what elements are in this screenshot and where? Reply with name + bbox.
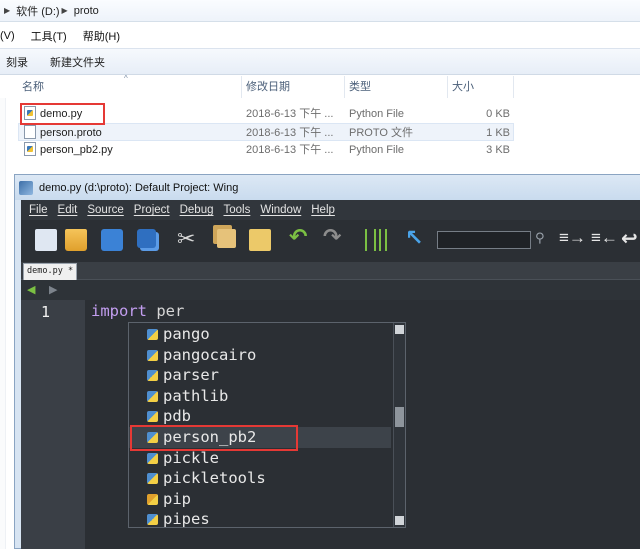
wing-app-icon [19, 180, 33, 195]
burn-button[interactable]: 刻录 [6, 54, 28, 70]
menu-file[interactable]: File [29, 204, 48, 216]
column-name[interactable]: 名称 [18, 76, 242, 98]
completion-item[interactable]: pickletools [129, 468, 391, 489]
menu-source[interactable]: Source [87, 204, 123, 216]
paste-icon[interactable] [249, 229, 271, 251]
menu-tools[interactable]: Tools [223, 204, 250, 216]
indent-guides-icon[interactable] [365, 229, 387, 251]
file-name: person.proto [40, 127, 102, 139]
scroll-up-icon[interactable] [395, 325, 404, 334]
completion-item[interactable]: pip [129, 489, 391, 510]
completion-item[interactable]: pathlib [129, 386, 391, 407]
completion-item[interactable]: pdb [129, 406, 391, 427]
file-row-person-proto[interactable]: person.proto 2018-6-13 下午 ... PROTO 文件 1… [18, 123, 514, 141]
breadcrumb-chevron-icon[interactable]: ▶ [4, 6, 10, 15]
highlight-box-demo-py [20, 103, 105, 125]
column-size[interactable]: 大小 [448, 76, 514, 98]
editor-tab-strip: demo.py * [21, 262, 640, 280]
scroll-down-icon[interactable] [395, 516, 404, 525]
save-all-icon[interactable] [137, 229, 156, 248]
goto-definition-icon[interactable] [403, 225, 425, 251]
highlight-box-person-pb2 [130, 425, 298, 451]
file-size: 3 KB [486, 144, 510, 156]
search-icon[interactable]: ⚲ [535, 230, 545, 246]
file-date: 2018-6-13 下午 ... [246, 108, 334, 120]
window-title: demo.py (d:\proto): Default Project: Win… [39, 181, 239, 194]
menu-tools[interactable]: 工具(T) [31, 28, 67, 44]
wing-title-bar[interactable]: demo.py (d:\proto): Default Project: Win… [15, 175, 640, 200]
completion-item[interactable]: pipes [129, 509, 391, 527]
python-module-icon [147, 390, 158, 402]
line-number: 1 [41, 303, 51, 321]
menu-debug[interactable]: Debug [180, 204, 214, 216]
python-module-icon [147, 411, 158, 423]
menu-project[interactable]: Project [134, 204, 170, 216]
address-bar[interactable]: ▶ 软件 (D:) ▶ proto [0, 0, 640, 22]
explorer-menu-bar: (V) 工具(T) 帮助(H) [0, 27, 640, 44]
file-date: 2018-6-13 下午 ... [246, 144, 334, 156]
python-module-icon [147, 329, 158, 340]
menu-help[interactable]: Help [311, 204, 335, 216]
code-keyword: import [91, 302, 147, 320]
file-list-header: ^ 名称 修改日期 类型 大小 [0, 74, 640, 98]
generic-file-icon [24, 125, 36, 139]
undo-icon[interactable] [289, 224, 311, 251]
python-module-icon [147, 349, 158, 361]
menu-window[interactable]: Window [260, 204, 301, 216]
file-type: PROTO 文件 [349, 127, 413, 139]
file-row-person-pb2-py[interactable]: person_pb2.py 2018-6-13 下午 ... Python Fi… [18, 141, 514, 159]
nav-forward-icon[interactable]: ▶ [49, 283, 57, 296]
package-icon [147, 493, 158, 505]
file-name: person_pb2.py [40, 144, 113, 156]
explorer-command-bar: 刻录 新建文件夹 [0, 48, 640, 75]
python-file-icon [24, 142, 36, 156]
file-size: 0 KB [486, 108, 510, 120]
navigation-pane-edge [0, 98, 6, 549]
cut-icon[interactable] [177, 226, 199, 252]
breadcrumb-folder[interactable]: proto [74, 5, 99, 17]
autocomplete-scrollbar[interactable] [393, 323, 405, 527]
tab-demo-py[interactable]: demo.py * [23, 263, 77, 280]
open-folder-icon[interactable] [65, 229, 87, 251]
scroll-thumb[interactable] [395, 407, 404, 427]
file-date: 2018-6-13 下午 ... [246, 127, 334, 139]
column-date[interactable]: 修改日期 [242, 76, 345, 98]
python-module-icon [147, 473, 158, 485]
menu-help[interactable]: 帮助(H) [83, 28, 120, 44]
python-module-icon [147, 452, 158, 464]
nav-back-icon[interactable]: ◀ [27, 283, 35, 296]
copy-icon[interactable] [217, 229, 236, 248]
column-type[interactable]: 类型 [345, 76, 448, 98]
menu-edit[interactable]: Edit [58, 204, 78, 216]
new-file-icon[interactable] [35, 229, 57, 251]
menu-view[interactable]: (V) [0, 30, 15, 42]
file-type: Python File [349, 108, 405, 120]
toolbar-search-input[interactable] [437, 231, 531, 249]
indent-icon[interactable] [559, 228, 586, 251]
outdent-icon[interactable] [591, 228, 618, 251]
editor-nav-bar: ◀ ▶ [21, 280, 640, 300]
breadcrumb-drive[interactable]: 软件 (D:) [16, 3, 59, 19]
python-module-icon [147, 370, 158, 382]
completion-item[interactable]: pangocairo [129, 345, 391, 366]
code-line[interactable]: import per [91, 302, 184, 320]
completion-item[interactable]: parser [129, 365, 391, 386]
breadcrumb-chevron-icon[interactable]: ▶ [62, 6, 68, 15]
save-icon[interactable] [101, 229, 123, 251]
python-module-icon [147, 514, 158, 526]
completion-item[interactable]: pango [129, 324, 391, 345]
redo-icon[interactable] [323, 224, 345, 251]
new-folder-button[interactable]: 新建文件夹 [50, 54, 105, 70]
line-number-gutter: 1 [21, 300, 85, 549]
code-text: per [156, 302, 185, 320]
file-type: Python File [349, 144, 405, 156]
file-size: 1 KB [486, 127, 510, 139]
ide-menu-bar: File Edit Source Project Debug Tools Win… [21, 200, 640, 220]
wrap-icon[interactable] [621, 226, 640, 251]
